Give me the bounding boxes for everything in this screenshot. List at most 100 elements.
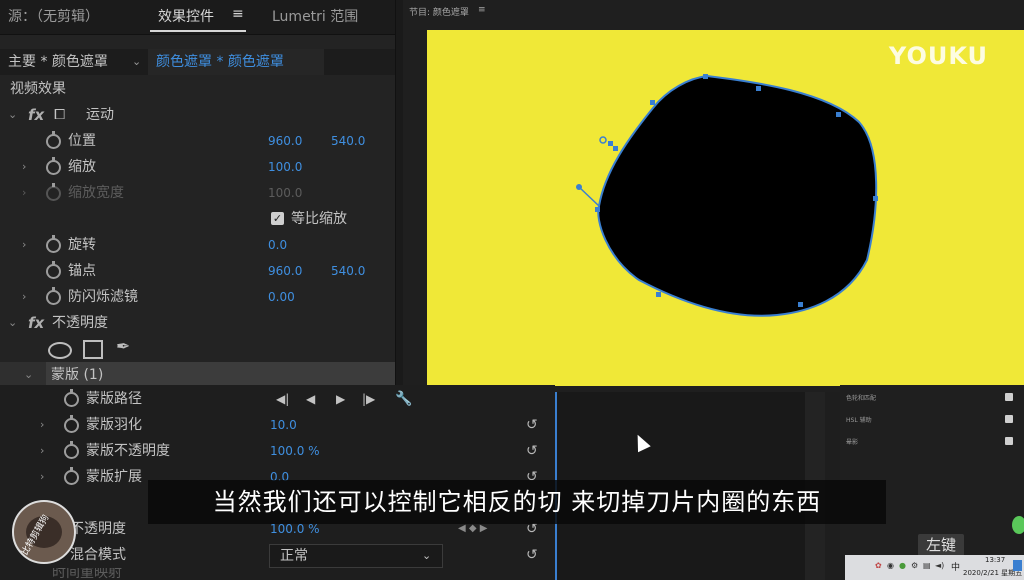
mask-tools-row: ✒ [0, 336, 395, 360]
video-frame[interactable]: YOUKU [427, 30, 1024, 386]
position-x-value[interactable]: 960.0 [268, 128, 302, 154]
rotation-value[interactable]: 0.0 [268, 232, 287, 258]
tray-icon[interactable]: ⚙ [911, 561, 918, 570]
rectangle-mask-icon[interactable] [83, 340, 103, 359]
mask-path-label: 蒙版路径 [86, 391, 142, 407]
mask-opacity-row: › 蒙版不透明度 100.0 % ↺ [0, 438, 538, 464]
mask-vertex[interactable] [798, 302, 803, 307]
stopwatch-icon[interactable] [64, 415, 79, 433]
color-wheels-checkbox[interactable] [1005, 393, 1013, 401]
motion-label: 运动 [86, 107, 114, 123]
mask-vertex[interactable] [595, 207, 600, 212]
chevron-right-icon[interactable]: › [22, 232, 26, 258]
chevron-right-icon[interactable]: › [22, 154, 26, 180]
stopwatch-icon[interactable] [46, 157, 61, 175]
tab-source[interactable]: 源：（无剪辑） [8, 6, 99, 26]
panel-menu-icon[interactable]: ≡ [232, 6, 244, 22]
time-remap-row: 时间重映射 [0, 568, 395, 580]
anti-flicker-value[interactable]: 0.00 [268, 284, 295, 310]
program-monitor-title[interactable]: 节目: 颜色遮罩 [409, 5, 469, 18]
ellipse-mask-icon[interactable] [48, 342, 72, 359]
chevron-down-icon[interactable]: ⌄ [8, 102, 17, 128]
chevron-down-icon[interactable]: ⌄ [8, 310, 17, 336]
notification-icon[interactable] [1013, 560, 1022, 571]
tab-effect-controls[interactable]: 效果控件 [158, 6, 214, 26]
position-y-value[interactable]: 540.0 [331, 128, 365, 154]
mask-overlay[interactable] [427, 30, 1024, 386]
anchor-y-value[interactable]: 540.0 [331, 258, 365, 284]
reset-icon[interactable]: ↺ [526, 542, 538, 568]
master-clip-label[interactable]: 主要 * 颜色遮罩 [8, 49, 108, 75]
mask-vertex[interactable] [836, 112, 841, 117]
scale-row: › 缩放 100.0 [0, 154, 395, 180]
anti-flicker-row: › 防闪烁滤镜 0.00 [0, 284, 395, 310]
chevron-right-icon[interactable]: › [22, 284, 26, 310]
track-forward-icon[interactable]: ▶ [336, 386, 345, 412]
stopwatch-icon[interactable] [64, 389, 79, 407]
reset-icon[interactable]: ↺ [526, 438, 538, 464]
track-backward-icon[interactable]: ◀ [306, 386, 315, 412]
vignette-checkbox[interactable] [1005, 437, 1013, 445]
fx-icon[interactable]: fx [28, 102, 44, 128]
mask-vertex[interactable] [656, 292, 661, 297]
mask-opacity-value[interactable]: 100.0 % [270, 438, 320, 464]
track-forward-one-icon[interactable]: |▶ [362, 386, 375, 412]
bezier-handle[interactable] [578, 186, 600, 207]
blend-mode-select[interactable]: 正常 ⌄ [269, 544, 443, 568]
motion-effect-row[interactable]: ⌄ fx ⧠ 运动 [0, 102, 395, 128]
video-subtitle: 当然我们还可以控制它相反的切 来切掉刀片内圈的东西 [148, 480, 886, 524]
track-backward-one-icon[interactable]: ◀| [276, 386, 289, 412]
opacity-effect-label: 不透明度 [52, 315, 108, 331]
mask-feather-value[interactable]: 10.0 [270, 412, 297, 438]
tray-icon[interactable]: ● [899, 561, 906, 570]
scale-value[interactable]: 100.0 [268, 154, 302, 180]
chevron-right-icon[interactable]: › [40, 438, 44, 464]
stopwatch-icon[interactable] [46, 261, 61, 279]
bezier-handle-point[interactable] [576, 184, 582, 190]
reset-icon[interactable]: ↺ [526, 412, 538, 438]
chevron-right-icon[interactable]: › [40, 464, 44, 490]
pen-mask-icon[interactable]: ✒ [116, 336, 130, 358]
stopwatch-icon[interactable] [64, 467, 79, 485]
vignette-label[interactable]: 晕影 [846, 437, 858, 446]
stopwatch-icon[interactable] [64, 441, 79, 459]
mask-vertex[interactable] [650, 100, 655, 105]
scale-label: 缩放 [68, 159, 96, 175]
tray-icon[interactable]: ◉ [887, 561, 894, 570]
mask-vertex[interactable] [608, 141, 613, 146]
chat-bubble-icon[interactable] [1012, 516, 1024, 534]
anchor-x-value[interactable]: 960.0 [268, 258, 302, 284]
sequence-clip-label[interactable]: 颜色遮罩 * 颜色遮罩 [148, 49, 324, 75]
uniform-scale-row: ✓ 等比缩放 [0, 206, 395, 232]
mask-vertex[interactable] [756, 86, 761, 91]
panel-menu-icon[interactable]: ≡ [478, 5, 486, 15]
color-wheels-label[interactable]: 色轮和匹配 [846, 393, 876, 402]
taskbar-time[interactable]: 13:37 [985, 556, 1005, 564]
mask-vertex[interactable] [873, 196, 878, 201]
time-remap-label[interactable]: 时间重映射 [52, 568, 122, 580]
fx-icon[interactable]: fx [28, 310, 44, 336]
anchor-row: 锚点 960.0 540.0 [0, 258, 395, 284]
uniform-scale-checkbox[interactable]: ✓ [271, 212, 284, 225]
hsl-secondary-label[interactable]: HSL 辅助 [846, 415, 872, 424]
mask-vertex[interactable] [613, 146, 618, 151]
input-language[interactable]: 中 [951, 560, 960, 573]
bezier-handle-point[interactable] [599, 136, 607, 144]
taskbar: ✿ ◉ ● ⚙ ▤ ◄) 中 13:37 2020/2/21 星期五 [845, 555, 1024, 580]
mask-shape[interactable] [597, 74, 878, 317]
wrench-icon[interactable]: 🔧 [395, 386, 412, 412]
stopwatch-icon[interactable] [46, 235, 61, 253]
stopwatch-icon[interactable] [46, 287, 61, 305]
network-icon[interactable]: ▤ [923, 561, 931, 570]
chevron-right-icon[interactable]: › [40, 412, 44, 438]
hsl-secondary-checkbox[interactable] [1005, 415, 1013, 423]
tray-icon[interactable]: ✿ [875, 561, 882, 570]
stopwatch-icon[interactable] [46, 131, 61, 149]
volume-icon[interactable]: ◄) [935, 561, 944, 570]
mask-path-row: 蒙版路径 ◀| ◀ ▶ |▶ 🔧 [0, 386, 412, 412]
avatar: 比特剪辑狗 [12, 500, 76, 564]
chevron-down-icon[interactable]: ⌄ [132, 49, 141, 75]
tab-lumetri-scopes[interactable]: Lumetri 范围 [272, 6, 358, 26]
opacity-effect-row[interactable]: ⌄ fx 不透明度 [0, 310, 395, 336]
mask-vertex[interactable] [703, 74, 708, 79]
